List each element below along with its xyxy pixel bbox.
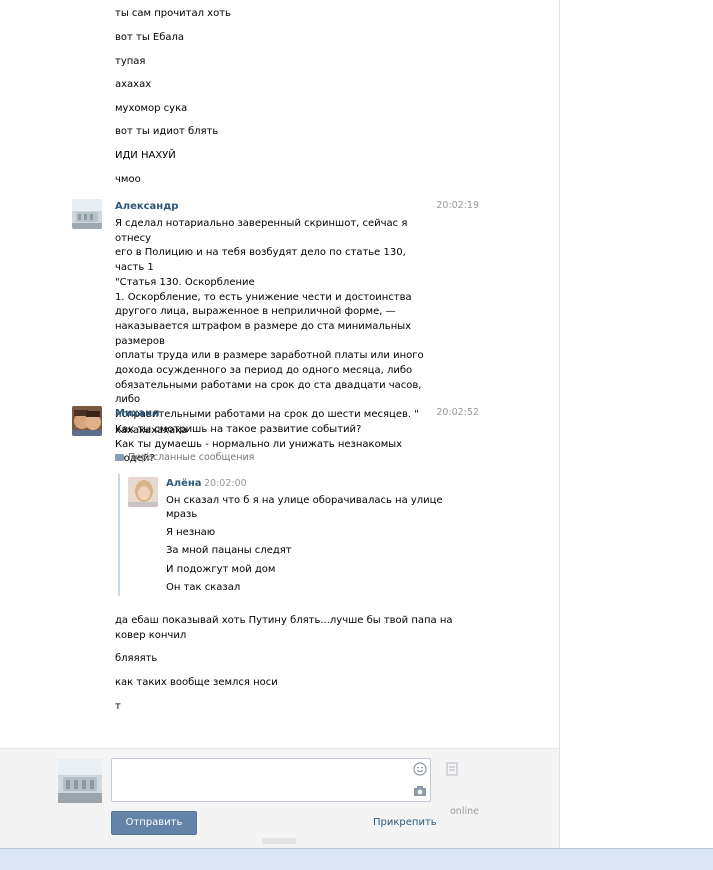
forwarded-time: 20:02:00 [204, 478, 247, 489]
send-button[interactable]: Отправить [111, 811, 197, 835]
message-time: 20:02:52 [436, 407, 479, 418]
chat-pane: ты сам прочитал хоть вот ты Ебала тупая … [0, 0, 560, 849]
forwarded-line: За мной пацаны следят [166, 545, 292, 556]
message-time: 20:02:19 [436, 200, 479, 211]
forwarded-line: мразь [166, 509, 198, 520]
message-text: мухомор сука [115, 103, 188, 114]
message-text: хахахахахаха [115, 425, 188, 436]
avatar-alena[interactable] [128, 477, 158, 507]
attach-link[interactable]: Прикрепить [373, 816, 437, 830]
message-text: тупая [115, 56, 146, 67]
message-line: дохода осужденного за период до одного м… [115, 365, 413, 377]
document-icon[interactable] [446, 762, 458, 776]
message-text: т [115, 701, 121, 712]
message-line: оплаты труда или в размере заработной пл… [115, 350, 424, 362]
forwarded-messages-label[interactable]: Пересланные сообщения [115, 451, 254, 465]
online-status: online [450, 806, 479, 817]
forwarded-line: Я незнаю [166, 527, 216, 538]
forwarded-message-box [118, 474, 430, 596]
message-text: как таких вообще землся носи [115, 677, 278, 688]
forwarded-line: Он сказал что б я на улице оборачивалась… [166, 495, 443, 506]
message-text: бляяять [115, 653, 158, 664]
speech-bubble-icon [115, 454, 124, 461]
message-line: его в Полицию и на тебя возбудят дело по… [115, 247, 406, 274]
forwarded-line: И подожгут мой дом [166, 564, 276, 575]
smiley-icon[interactable] [413, 762, 427, 776]
message-line: 1. Оскорбление, то есть унижение чести и… [115, 291, 412, 303]
resize-grip-icon[interactable] [262, 838, 296, 844]
message-text: ковер кончил [115, 630, 187, 641]
forwarded-label-text: Пересланные сообщения [128, 452, 255, 463]
camera-icon[interactable] [413, 785, 427, 797]
message-text: да ебаш показывай хоть Путину блять...лу… [115, 615, 453, 626]
bottom-bar [0, 848, 713, 870]
message-line: Я сделал нотариально заверенный скриншот… [115, 218, 408, 244]
message-text: чмоо [115, 174, 141, 185]
message-composer: Отправить Прикрепить online [0, 748, 559, 849]
avatar-photo [58, 759, 102, 803]
message-history[interactable]: ты сам прочитал хоть вот ты Ебала тупая … [0, 0, 559, 748]
avatar-photo [72, 199, 102, 229]
message-line: другого лица, выраженное в неприличной ф… [115, 306, 396, 318]
message-text: ИДИ НАХУЙ [115, 150, 176, 161]
avatar-photo [72, 406, 102, 436]
message-line: обязательными работами на срок до ста дв… [115, 379, 422, 406]
avatar-mikhail[interactable] [72, 406, 102, 436]
my-avatar[interactable] [58, 759, 102, 803]
avatar-photo [128, 477, 158, 507]
message-text: ахахах [115, 79, 152, 90]
message-author[interactable]: Михаил [115, 407, 160, 421]
message-text: ты сам прочитал хоть [115, 8, 231, 19]
avatar-alexandr[interactable] [72, 199, 102, 229]
forwarded-author[interactable]: Алёна [166, 477, 202, 491]
message-input[interactable] [111, 758, 431, 802]
message-line: "Статья 130. Оскорбление [115, 276, 255, 288]
forwarded-line: Он так сказал [166, 582, 241, 593]
message-author[interactable]: Александр [115, 200, 178, 214]
message-text: вот ты Ебала [115, 32, 185, 43]
message-line: исправительными работами на срок до шест… [115, 409, 419, 421]
message-line: наказывается штрафом в размере до ста ми… [115, 320, 412, 347]
message-text: вот ты идиот блять [115, 126, 219, 137]
